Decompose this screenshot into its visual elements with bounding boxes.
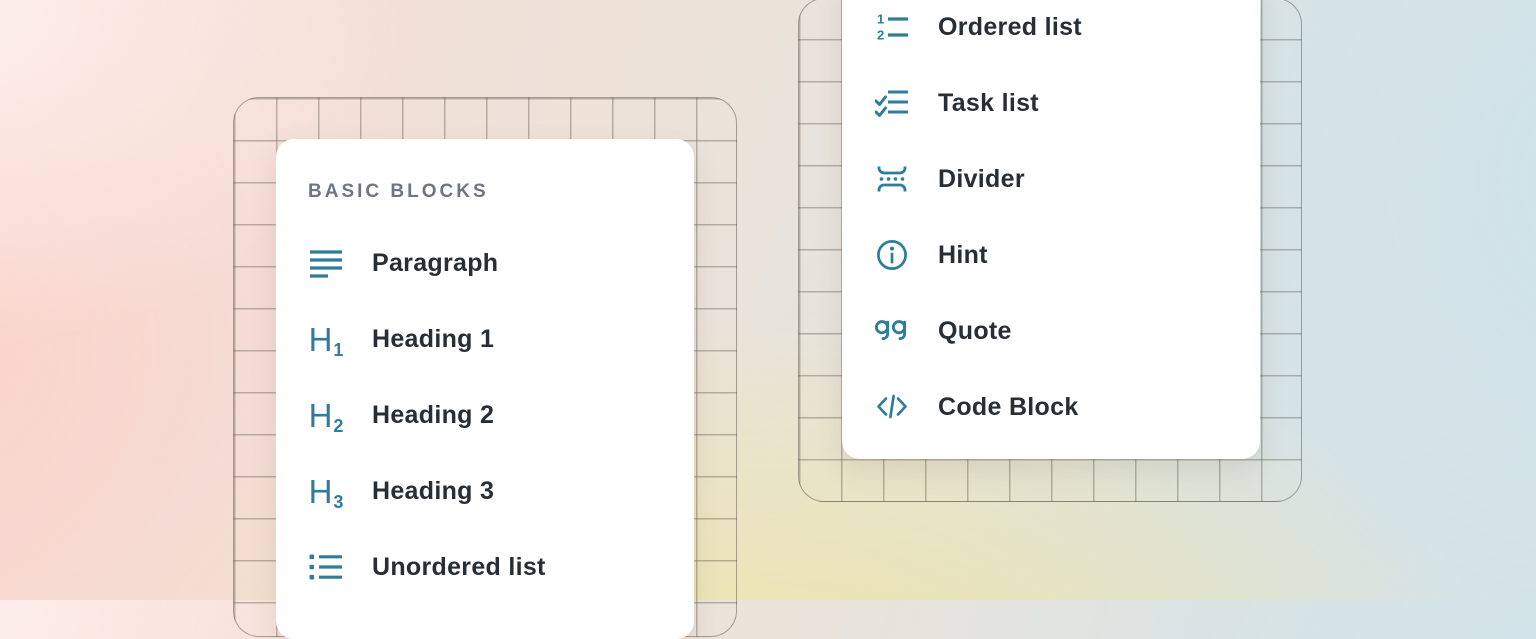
menu-item-label: Unordered list bbox=[372, 553, 546, 582]
menu-item-label: Paragraph bbox=[372, 249, 498, 278]
svg-text:2: 2 bbox=[877, 28, 884, 43]
heading-2-icon: H2 bbox=[308, 397, 344, 433]
unordered-list-icon bbox=[308, 549, 344, 585]
svg-text:1: 1 bbox=[877, 12, 884, 27]
basic-blocks-menu: BASIC BLOCKS Paragraph H1 Heading 1 H2 H… bbox=[276, 139, 694, 639]
section-label: BASIC BLOCKS bbox=[308, 182, 694, 201]
menu-item-divider[interactable]: Divider bbox=[874, 141, 1260, 217]
menu-item-heading-3[interactable]: H3 Heading 3 bbox=[308, 453, 694, 529]
heading-3-icon: H3 bbox=[308, 473, 344, 509]
menu-item-quote[interactable]: Quote bbox=[874, 293, 1260, 369]
menu-item-label: Task list bbox=[938, 89, 1039, 118]
divider-icon bbox=[874, 161, 910, 197]
menu-item-label: Quote bbox=[938, 317, 1012, 346]
menu-item-ordered-list[interactable]: 1 2 Ordered list bbox=[874, 0, 1260, 65]
ordered-list-icon: 1 2 bbox=[874, 9, 910, 45]
menu-item-label: Code Block bbox=[938, 393, 1079, 422]
menu-item-task-list[interactable]: Task list bbox=[874, 65, 1260, 141]
paragraph-icon bbox=[308, 245, 344, 281]
menu-item-hint[interactable]: Hint bbox=[874, 217, 1260, 293]
menu-item-paragraph[interactable]: Paragraph bbox=[308, 225, 694, 301]
menu-item-unordered-list[interactable]: Unordered list bbox=[308, 529, 694, 605]
menu-item-label: Heading 3 bbox=[372, 477, 494, 506]
heading-1-icon: H1 bbox=[308, 321, 344, 357]
blocks-menu-continued: 1 2 Ordered list Task list bbox=[842, 0, 1260, 459]
menu-item-heading-1[interactable]: H1 Heading 1 bbox=[308, 301, 694, 377]
menu-item-label: Divider bbox=[938, 165, 1025, 194]
quote-icon bbox=[874, 313, 910, 349]
code-block-icon bbox=[874, 389, 910, 425]
task-list-icon bbox=[874, 85, 910, 121]
menu-item-label: Hint bbox=[938, 241, 988, 270]
menu-item-label: Heading 2 bbox=[372, 401, 494, 430]
menu-item-label: Ordered list bbox=[938, 13, 1082, 42]
hint-icon bbox=[874, 237, 910, 273]
menu-item-label: Heading 1 bbox=[372, 325, 494, 354]
menu-item-code-block[interactable]: Code Block bbox=[874, 369, 1260, 445]
menu-item-heading-2[interactable]: H2 Heading 2 bbox=[308, 377, 694, 453]
